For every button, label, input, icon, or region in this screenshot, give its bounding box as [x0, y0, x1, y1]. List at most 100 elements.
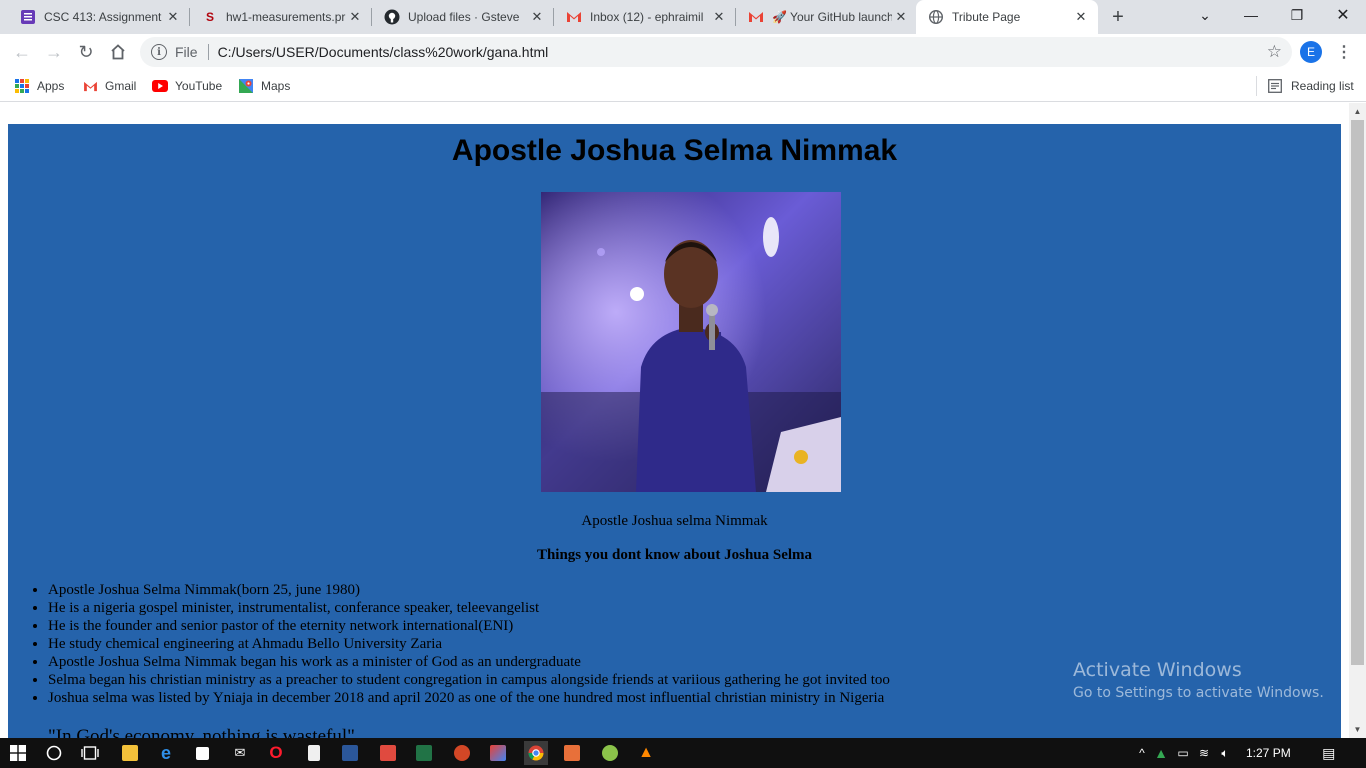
address-scheme: File — [175, 44, 198, 60]
app-icon[interactable] — [598, 741, 622, 765]
tab-title: Inbox (12) - ephraimil — [590, 10, 704, 24]
tab-title: CSC 413: Assignment — [44, 10, 162, 24]
task-view-icon[interactable] — [78, 741, 102, 765]
mail-icon[interactable]: ✉ — [228, 741, 252, 765]
form-icon — [20, 9, 36, 25]
bookmark-star-icon[interactable]: ☆ — [1267, 42, 1282, 62]
browser-menu-button[interactable]: ⋮ — [1334, 40, 1354, 64]
new-tab-button[interactable]: + — [1106, 5, 1130, 29]
chrome-icon[interactable] — [524, 741, 548, 765]
windows-start-icon[interactable] — [6, 741, 30, 765]
back-button[interactable]: ← — [8, 38, 36, 66]
bookmark-gmail[interactable]: Gmail — [82, 76, 136, 96]
minimize-button[interactable]: — — [1228, 0, 1274, 30]
bookmark-label: Gmail — [105, 79, 137, 93]
app-icon[interactable] — [376, 741, 400, 765]
address-divider — [207, 44, 209, 60]
close-icon[interactable]: ✕ — [346, 8, 364, 26]
list-item: Apostle Joshua Selma Nimmak began his wo… — [48, 653, 1248, 671]
system-tray: ^ ▲ ▭ ≋ 🔈︎ 1:27 PM ▤ — [1134, 738, 1339, 768]
image-caption: Apostle Joshua selma Nimmak — [581, 513, 768, 529]
tab-title: 🚀 Your GitHub launch — [772, 10, 892, 24]
powerpoint-icon[interactable] — [450, 741, 474, 765]
tab-tribute-page[interactable]: Tribute Page ✕ — [916, 0, 1098, 34]
volume-icon[interactable]: 🔈︎ — [1214, 746, 1236, 761]
reading-list-button[interactable]: Reading list — [1256, 76, 1354, 96]
gmail-icon — [566, 9, 582, 25]
scrollbar-thumb[interactable] — [1351, 120, 1364, 665]
bookmark-label: YouTube — [175, 79, 223, 93]
chevron-up-icon[interactable]: ^ — [1134, 746, 1150, 760]
battery-icon[interactable]: ▭ — [1172, 746, 1194, 760]
app-icon[interactable] — [486, 741, 510, 765]
notepad-icon[interactable] — [302, 741, 326, 765]
bookmarks-bar: Apps Gmail YouTube Maps Reading list — [0, 70, 1366, 102]
tribute-page: Apostle Joshua Selma Nimmak Apostle Josh… — [8, 124, 1341, 738]
watermark-subtitle: Go to Settings to activate Windows. — [1073, 685, 1324, 701]
word-icon[interactable] — [338, 741, 362, 765]
restore-button[interactable]: ❐ — [1274, 0, 1320, 30]
list-item: Joshua selma was listed by Yniaja in dec… — [48, 689, 1248, 707]
list-item: He is the founder and senior pastor of t… — [48, 617, 1248, 635]
edge-icon[interactable]: e — [154, 741, 178, 765]
youtube-icon — [152, 78, 168, 94]
home-icon — [111, 44, 125, 60]
bookmark-maps[interactable]: Maps — [238, 76, 290, 96]
list-item: Selma began his christian ministry as a … — [48, 671, 1248, 689]
clock-time[interactable]: 1:27 PM — [1246, 746, 1291, 760]
close-icon[interactable]: ✕ — [892, 8, 910, 26]
tab-inbox[interactable]: Inbox (12) - ephraimil ✕ — [554, 0, 736, 34]
tribute-photo — [541, 192, 841, 492]
tab-search-button[interactable]: ⌄ — [1182, 0, 1228, 30]
scroll-up-arrow-icon[interactable]: ▲ — [1349, 103, 1366, 120]
bookmark-label: Maps — [261, 79, 291, 93]
scroll-down-arrow-icon[interactable]: ▼ — [1349, 721, 1366, 738]
wifi-icon[interactable]: ≋ — [1194, 746, 1214, 760]
address-url[interactable]: C:/Users/USER/Documents/class%20work/gan… — [218, 44, 549, 60]
tab-title: Tribute Page — [952, 10, 1021, 24]
app-icon[interactable] — [560, 741, 584, 765]
list-item: He study chemical engineering at Ahmadu … — [48, 635, 1248, 653]
github-icon — [384, 9, 400, 25]
maps-icon — [238, 78, 254, 94]
windows-taskbar: e ✉ O ▲ ^ ▲ ▭ ≋ 🔈︎ 1:27 PM ▤ — [0, 738, 1366, 768]
drive-icon[interactable]: ▲ — [1150, 745, 1172, 761]
tab-title: hw1-measurements.pr — [226, 10, 346, 24]
forward-button[interactable]: → — [40, 38, 68, 66]
excel-icon[interactable] — [412, 741, 436, 765]
file-explorer-icon[interactable] — [118, 741, 142, 765]
facts-heading: Things you dont know about Joshua Selma — [536, 547, 813, 563]
watermark-title: Activate Windows — [1073, 659, 1242, 681]
page-scrollbar[interactable]: ▲ ▼ — [1349, 103, 1366, 738]
window-close-button[interactable]: ✕ — [1320, 0, 1366, 30]
close-icon[interactable]: ✕ — [710, 8, 728, 26]
facts-list: Apostle Joshua Selma Nimmak(born 25, jun… — [48, 581, 1248, 707]
address-bar[interactable]: i File C:/Users/USER/Documents/class%20w… — [140, 37, 1292, 67]
close-icon[interactable]: ✕ — [1072, 8, 1090, 26]
notification-icon[interactable]: ▤ — [1319, 745, 1339, 762]
apps-grid-icon — [14, 78, 30, 94]
reading-list-icon — [1268, 79, 1282, 93]
profile-avatar[interactable]: E — [1300, 41, 1322, 63]
bookmark-apps[interactable]: Apps — [14, 76, 64, 96]
opera-icon[interactable]: O — [264, 741, 288, 765]
reload-button[interactable]: ↻ — [72, 38, 100, 66]
gmail-icon — [82, 78, 98, 94]
list-item: Apostle Joshua Selma Nimmak(born 25, jun… — [48, 581, 1248, 599]
close-icon[interactable]: ✕ — [528, 8, 546, 26]
tab-github-launch[interactable]: 🚀 Your GitHub launch ✕ — [736, 0, 918, 34]
globe-icon — [928, 9, 944, 25]
tab-csc413[interactable]: CSC 413: Assignment ✕ — [8, 0, 190, 34]
activate-windows-watermark: Activate Windows Go to Settings to activ… — [1073, 659, 1324, 701]
info-icon[interactable]: i — [151, 44, 167, 60]
page-viewport: Apostle Joshua Selma Nimmak Apostle Josh… — [0, 103, 1366, 738]
tab-hw1-measurements[interactable]: S hw1-measurements.pr ✕ — [190, 0, 372, 34]
tab-upload-files[interactable]: Upload files · Gsteve ✕ — [372, 0, 554, 34]
home-button[interactable] — [104, 38, 132, 66]
vlc-icon[interactable]: ▲ — [634, 741, 658, 765]
store-icon[interactable] — [190, 741, 214, 765]
search-icon[interactable] — [42, 741, 66, 765]
tab-title: Upload files · Gsteve — [408, 10, 520, 24]
bookmark-youtube[interactable]: YouTube — [152, 76, 222, 96]
close-icon[interactable]: ✕ — [164, 8, 182, 26]
